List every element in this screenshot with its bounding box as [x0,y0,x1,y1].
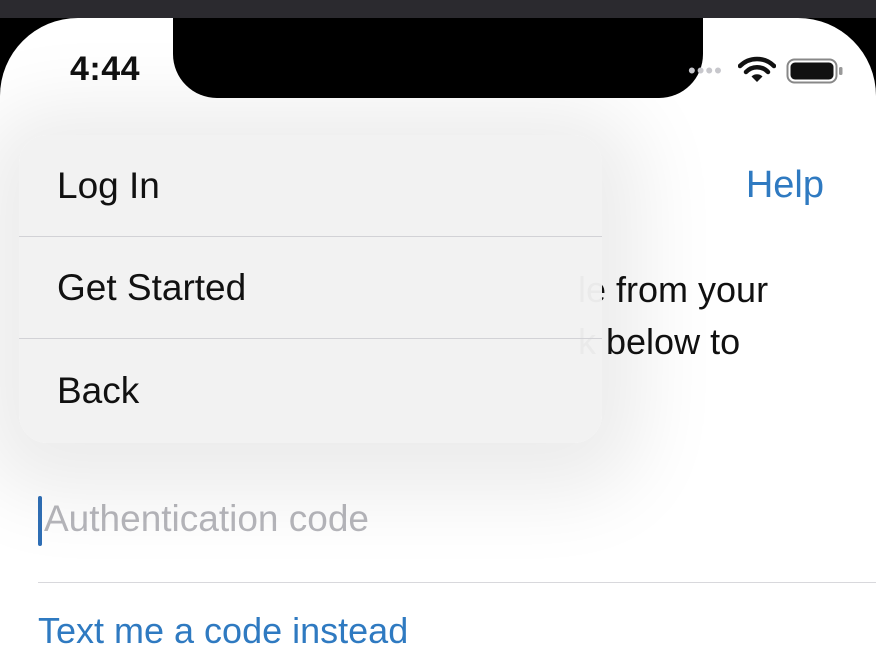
text-me-code-link[interactable]: Text me a code instead [38,610,408,652]
status-time: 4:44 [70,50,141,88]
menu-item-get-started[interactable]: Get Started [19,237,602,339]
phone-screen: 4:44 •••• Help le from your k below to A… [0,18,876,672]
wifi-icon [738,56,776,82]
menu-item-label: Get Started [57,266,247,308]
battery-icon [786,58,843,84]
text-caret [38,496,42,546]
context-menu: Log In Get Started Back [19,135,602,443]
menu-item-log-in[interactable]: Log In [19,135,602,237]
menu-item-back[interactable]: Back [19,339,602,443]
device-bezel [0,0,876,18]
authentication-code-placeholder: Authentication code [44,498,370,539]
camera-notch [173,18,703,98]
cellular-signal-icon: •••• [688,58,723,83]
authentication-code-field[interactable]: Authentication code [38,478,876,583]
menu-item-label: Back [57,370,140,411]
menu-item-label: Log In [57,164,160,206]
help-link[interactable]: Help [746,164,824,207]
